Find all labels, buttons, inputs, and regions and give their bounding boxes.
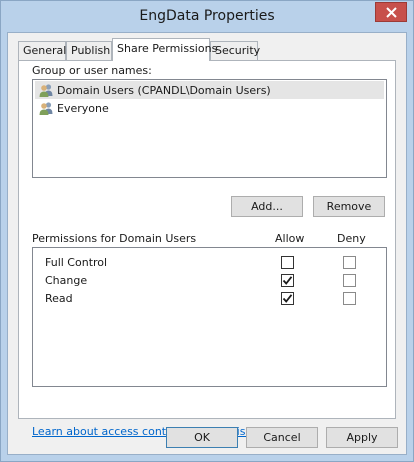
list-item-everyone[interactable]: Everyone	[35, 99, 109, 117]
cancel-button[interactable]: Cancel	[246, 427, 318, 448]
tab-publish[interactable]: Publish	[66, 41, 112, 60]
permissions-header-label: Permissions for Domain Users	[32, 232, 197, 245]
share-permissions-panel: Group or user names: Domain Users (CPAND…	[18, 60, 396, 438]
apply-button[interactable]: Apply	[326, 427, 398, 448]
remove-button-label: Remove	[326, 200, 372, 213]
deny-change-checkbox[interactable]	[343, 274, 356, 287]
ok-button[interactable]: OK	[166, 427, 238, 448]
apply-button-label: Apply	[346, 431, 378, 444]
close-icon	[385, 6, 397, 18]
list-item-label: Everyone	[57, 101, 109, 115]
tab-security-label: Security	[215, 44, 261, 57]
allow-column-header: Allow	[275, 232, 305, 245]
permissions-list: Full Control Change Read	[32, 247, 387, 387]
tab-share-permissions[interactable]: Share Permissions	[112, 38, 217, 61]
allow-read-checkbox[interactable]	[281, 292, 294, 305]
properties-dialog: EngData Properties General Publish Share…	[0, 0, 414, 462]
allow-full-control-checkbox[interactable]	[281, 256, 294, 269]
deny-column-header: Deny	[337, 232, 366, 245]
ok-button-label: OK	[194, 431, 210, 444]
list-item-domain-users[interactable]: Domain Users (CPANDL\Domain Users)	[35, 81, 384, 99]
list-item-label: Domain Users (CPANDL\Domain Users)	[57, 83, 271, 97]
checkmark-icon	[282, 294, 293, 303]
tab-general-label: General	[23, 44, 67, 57]
tab-general[interactable]: General	[18, 41, 66, 60]
users-icon	[39, 84, 53, 97]
tab-publish-label: Publish	[71, 44, 111, 57]
deny-full-control-checkbox[interactable]	[343, 256, 356, 269]
permission-name-read: Read	[45, 292, 73, 305]
cancel-button-label: Cancel	[263, 431, 301, 444]
permission-name-full-control: Full Control	[45, 256, 108, 269]
tab-share-permissions-label: Share Permissions	[117, 42, 218, 55]
group-user-list[interactable]: Domain Users (CPANDL\Domain Users) Every…	[32, 79, 387, 178]
close-button[interactable]	[375, 2, 407, 22]
title-bar[interactable]: EngData Properties	[1, 1, 413, 31]
allow-change-checkbox[interactable]	[281, 274, 294, 287]
add-button-label: Add...	[251, 200, 283, 213]
users-icon	[39, 102, 53, 115]
dialog-client-area: General Publish Share Permissions Securi…	[7, 32, 407, 455]
add-button[interactable]: Add...	[231, 196, 303, 217]
deny-read-checkbox[interactable]	[343, 292, 356, 305]
window-title: EngData Properties	[139, 8, 275, 24]
group-or-user-names-label: Group or user names:	[32, 64, 152, 77]
checkmark-icon	[282, 276, 293, 285]
remove-button[interactable]: Remove	[313, 196, 385, 217]
permission-name-change: Change	[45, 274, 88, 287]
